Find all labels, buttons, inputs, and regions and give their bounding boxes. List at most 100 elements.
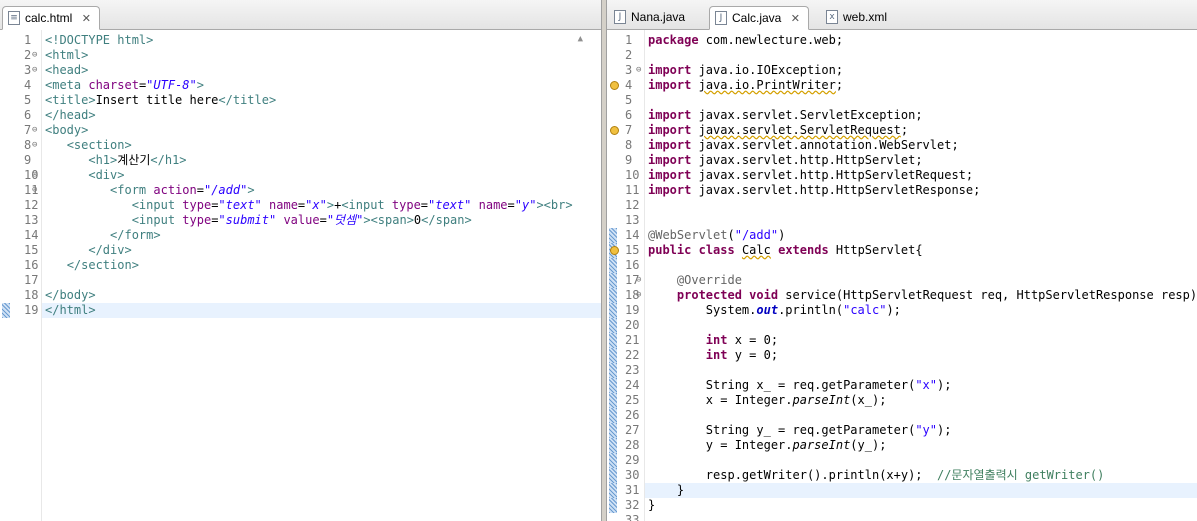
code-token: "y" <box>915 423 937 437</box>
code-token: y = Integer. <box>648 438 793 452</box>
tab-calc-java[interactable]: J Calc.java ✕ <box>709 6 809 30</box>
xml-file-icon: x <box>826 10 838 24</box>
fold-toggle-icon[interactable]: ⊖ <box>32 63 37 78</box>
code-line[interactable]: <head> <box>42 63 601 78</box>
code-line[interactable]: int x = 0; <box>645 333 1197 348</box>
code-line[interactable]: </body> <box>42 288 601 303</box>
code-line[interactable]: <title>Insert title here</title> <box>42 93 601 108</box>
tab-nana-java[interactable]: J Nana.java <box>609 6 693 30</box>
code-line[interactable]: import javax.servlet.ServletException; <box>645 108 1197 123</box>
fold-toggle-icon[interactable]: ⊖ <box>32 168 37 183</box>
code-line[interactable]: <input type="submit" value="덧셈"><span>0<… <box>42 213 601 228</box>
code-line[interactable] <box>42 273 601 288</box>
code-line[interactable]: </div> <box>42 243 601 258</box>
code-line[interactable]: <div> <box>42 168 601 183</box>
code-line[interactable]: <h1>계산기</h1> <box>42 153 601 168</box>
code-line[interactable] <box>645 513 1197 521</box>
code-line[interactable]: int y = 0; <box>645 348 1197 363</box>
code-token: x = 0; <box>727 333 779 347</box>
fold-toggle-icon[interactable]: ⊖ <box>636 273 641 288</box>
fold-toggle-icon[interactable]: ⊖ <box>32 48 37 63</box>
html-code-editor[interactable]: 1 2 3 4 5 6 7 8 9 10 11 12 13 14 15 16 17 18 19 ⊖ ⊖ ⊖ ⊖ ⊖ ⊖ <!DO… <box>0 30 601 521</box>
code-line[interactable]: protected void service(HttpServletReques… <box>645 288 1197 303</box>
code-line[interactable]: import javax.servlet.annotation.WebServl… <box>645 138 1197 153</box>
code-line[interactable]: import java.io.PrintWriter; <box>645 78 1197 93</box>
code-line[interactable]: <input type="text" name="x">+<input type… <box>42 198 601 213</box>
code-line[interactable] <box>645 453 1197 468</box>
line-number: 14 <box>24 228 39 242</box>
code-line[interactable]: public class Calc extends HttpServlet{ <box>645 243 1197 258</box>
code-line[interactable]: </head> <box>42 108 601 123</box>
code-line[interactable]: } <box>645 498 1197 513</box>
tab-web-xml[interactable]: x web.xml <box>821 6 895 30</box>
code-token: </div> <box>88 243 132 257</box>
line-number: 4 <box>625 78 633 92</box>
code-line[interactable]: <html> <box>42 48 601 63</box>
code-line[interactable]: </form> <box>42 228 601 243</box>
code-line[interactable]: x = Integer.parseInt(x_); <box>645 393 1197 408</box>
code-token: (x_); <box>850 393 887 407</box>
code-line[interactable]: System.out.println("calc"); <box>645 303 1197 318</box>
change-marker-icon <box>609 453 617 468</box>
code-token: <body> <box>45 123 89 137</box>
change-marker-icon <box>609 423 617 438</box>
code-line[interactable]: <section> <box>42 138 601 153</box>
scroll-up-icon[interactable]: ▲ <box>578 34 583 44</box>
code-line[interactable]: y = Integer.parseInt(y_); <box>645 438 1197 453</box>
code-line[interactable]: </html> <box>42 303 601 318</box>
code-area[interactable]: package com.newlecture.web; import java.i… <box>645 30 1197 521</box>
fold-toggle-icon[interactable]: ⊖ <box>32 183 37 198</box>
code-line[interactable] <box>645 93 1197 108</box>
close-icon[interactable]: ✕ <box>791 8 800 30</box>
line-number: 1 <box>24 33 32 47</box>
fold-toggle-icon[interactable]: ⊖ <box>32 123 37 138</box>
code-line[interactable] <box>645 258 1197 273</box>
code-token: ; <box>900 123 909 137</box>
tab-calc-html[interactable]: ≡ calc.html ✕ <box>2 6 100 30</box>
code-token: java.io.IOException; <box>691 63 844 77</box>
fold-toggle-icon[interactable]: ⊖ <box>32 138 37 153</box>
code-line[interactable] <box>645 318 1197 333</box>
code-line[interactable] <box>645 363 1197 378</box>
code-token: javax.servlet.ServletException; <box>691 108 923 122</box>
code-line[interactable]: String y_ = req.getParameter("y"); <box>645 423 1197 438</box>
code-line[interactable]: } <box>645 483 1197 498</box>
code-line[interactable]: import java.io.IOException; <box>645 63 1197 78</box>
code-line[interactable]: import javax.servlet.http.HttpServletRes… <box>645 183 1197 198</box>
warning-icon[interactable] <box>610 81 619 90</box>
code-line[interactable]: import javax.servlet.ServletRequest; <box>645 123 1197 138</box>
code-line[interactable] <box>645 198 1197 213</box>
code-line[interactable]: @WebServlet("/add") <box>645 228 1197 243</box>
code-line[interactable]: @Override <box>645 273 1197 288</box>
close-icon[interactable]: ✕ <box>82 8 91 30</box>
code-line[interactable]: <!DOCTYPE html> <box>42 33 601 48</box>
code-line[interactable]: </section> <box>42 258 601 273</box>
code-token: @Override <box>676 273 742 287</box>
warning-icon[interactable] <box>610 126 619 135</box>
code-line[interactable]: String x_ = req.getParameter("x"); <box>645 378 1197 393</box>
code-line[interactable] <box>645 48 1197 63</box>
code-line[interactable]: <meta charset="UTF-8"> <box>42 78 601 93</box>
fold-toggle-icon[interactable]: ⊖ <box>636 288 641 303</box>
fold-toggle-icon[interactable]: ⊖ <box>636 63 641 78</box>
code-token: java.io.PrintWriter <box>698 78 836 92</box>
code-token: import <box>648 168 692 182</box>
code-line[interactable] <box>645 213 1197 228</box>
line-number: 8 <box>24 138 32 152</box>
code-token: ) <box>778 228 786 242</box>
code-token: import <box>648 183 692 197</box>
code-line[interactable]: <form action="/add"> <box>42 183 601 198</box>
code-token: </span> <box>421 213 472 227</box>
java-code-editor[interactable]: 1 2 3 4 5 6 7 8 9 10 11 12 13 14 15 16 17 18 19 20 21 22 23 24 2… <box>607 30 1197 521</box>
code-line[interactable]: <body> <box>42 123 601 138</box>
code-line[interactable]: resp.getWriter().println(x+y); //문자열출력시 … <box>645 468 1197 483</box>
line-number: 31 <box>625 483 640 497</box>
code-line[interactable]: import javax.servlet.http.HttpServlet; <box>645 153 1197 168</box>
code-line[interactable] <box>645 408 1197 423</box>
code-area[interactable]: <!DOCTYPE html> <html> <head> <meta charset… <box>42 30 601 521</box>
code-line[interactable]: import javax.servlet.http.HttpServletReq… <box>645 168 1197 183</box>
code-line[interactable]: package com.newlecture.web; <box>645 33 1197 48</box>
warning-icon[interactable] <box>610 246 619 255</box>
code-token: = <box>507 198 515 212</box>
left-editor-pane: ≡ calc.html ✕ 1 2 3 4 5 6 7 8 9 10 11 12 13 14 15 16 17 1… <box>0 0 602 521</box>
